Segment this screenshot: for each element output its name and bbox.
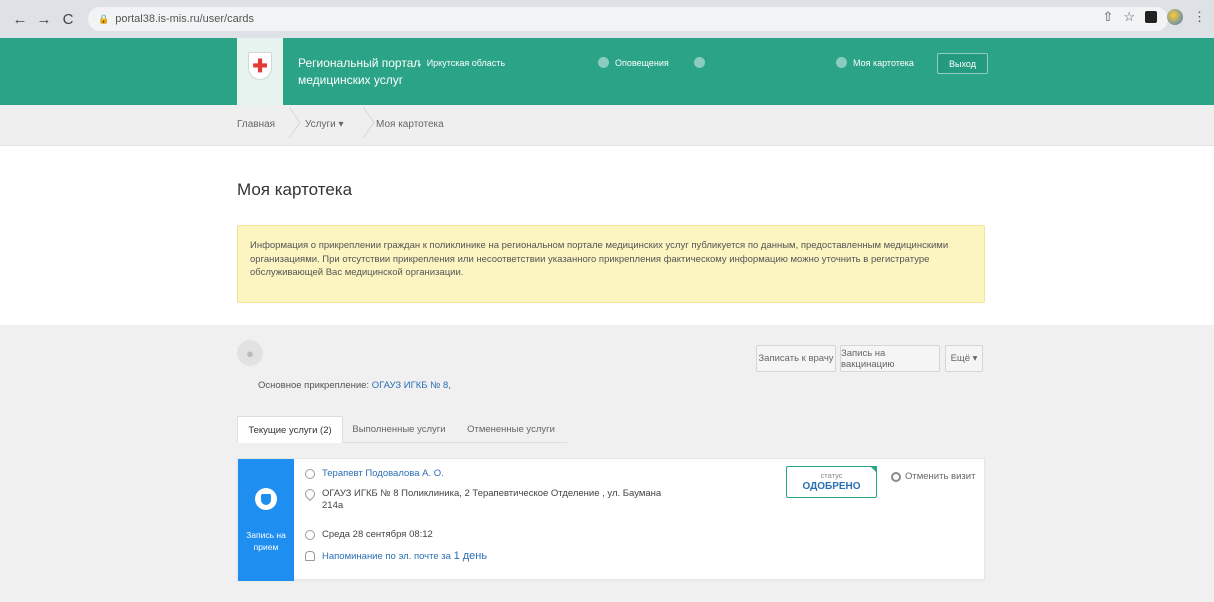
browser-toolbar: ← → C 🔒 portal38.is-mis.ru/user/cards ⇧ … <box>0 0 1214 38</box>
user-avatar-icon: ● <box>237 340 263 366</box>
address-text: ОГАУЗ ИГКБ № 8 Поликлиника, 2 Терапевтич… <box>322 488 661 512</box>
cancel-icon <box>891 471 901 482</box>
doctor-icon <box>305 469 315 479</box>
bell-icon <box>305 551 315 561</box>
page-title: Моя картотека <box>237 180 353 199</box>
cancel-visit-label: Отменить визит <box>905 471 976 482</box>
my-cards-link[interactable]: Моя картотека <box>836 57 914 68</box>
portal-title-line1: Региональный портал <box>298 56 421 70</box>
doctor-row: Терапевт Подовалова А. О. <box>305 468 444 480</box>
user-menu[interactable] <box>694 57 705 68</box>
address-line2: 214а <box>322 500 344 511</box>
reminder-row: Напоминание по эл. почте за 1 день <box>305 550 487 563</box>
back-icon[interactable]: ← <box>10 9 30 29</box>
attachment-org-link[interactable]: ОГАУЗ ИГКБ № 8, <box>372 380 451 391</box>
reminder-value: 1 день <box>453 550 488 562</box>
location-pin-icon <box>302 486 318 502</box>
chevron-down-icon: ⌄ <box>416 59 423 68</box>
datetime-row: Среда 28 сентября 08:12 <box>305 529 433 541</box>
card-icon <box>836 57 847 68</box>
portal-title-line2: медицинских услуг <box>298 73 404 87</box>
my-cards-label: Моя картотека <box>853 57 914 68</box>
status-badge: статус ОДОБРЕНО <box>786 466 877 498</box>
menu-icon[interactable]: ⋮ <box>1193 9 1206 25</box>
breadcrumb-separator <box>354 105 368 146</box>
info-notice: Информация о прикреплении граждан к поли… <box>237 225 985 303</box>
profile-avatar-icon[interactable] <box>1167 9 1183 25</box>
logout-button[interactable]: Выход <box>937 53 988 74</box>
logo[interactable]: ✚ <box>237 38 283 105</box>
reload-icon[interactable]: C <box>58 9 78 29</box>
notifications-label: Оповещения <box>615 57 669 68</box>
tab-completed-services[interactable]: Выполненные услуги <box>343 416 455 443</box>
address-row: ОГАУЗ ИГКБ № 8 Поликлиника, 2 Терапевтич… <box>302 486 661 512</box>
status-label: статус <box>820 471 843 480</box>
address-bar[interactable]: 🔒 portal38.is-mis.ru/user/cards <box>88 7 1168 31</box>
site-header: ✚ Региональный портал медицинских услуг … <box>0 38 1214 105</box>
star-icon[interactable]: ☆ <box>1123 9 1135 25</box>
red-cross-icon: ✚ <box>248 52 272 80</box>
reminder-text: Напоминание по эл. почте за <box>322 551 451 562</box>
user-icon <box>694 57 705 68</box>
attachment-label: Основное прикрепление: <box>258 380 370 391</box>
status-value: ОДОБРЕНО <box>802 481 861 492</box>
appointment-type-label: Запись на прием <box>246 530 286 552</box>
portal-title[interactable]: Региональный портал медицинских услуг <box>298 55 420 89</box>
region-selector[interactable]: ⌄ Иркутская область <box>416 58 505 68</box>
breadcrumb-current: Моя картотека <box>376 119 444 130</box>
breadcrumb: Главная Услуги ▾ Моя картотека <box>0 105 1214 146</box>
attachment-info: Основное прикрепление: ОГАУЗ ИГКБ № 8, <box>258 380 451 391</box>
clock-icon <box>305 530 315 540</box>
breadcrumb-services[interactable]: Услуги ▾ <box>305 119 344 130</box>
reminder-link[interactable]: Напоминание по эл. почте за 1 день <box>322 550 487 563</box>
shield-icon <box>255 488 277 510</box>
book-doctor-button[interactable]: Записать к врачу <box>756 345 836 372</box>
book-vaccination-button[interactable]: Запись на вакцинацию <box>840 345 940 372</box>
tab-current-services[interactable]: Текущие услуги (2) <box>237 416 343 443</box>
breadcrumb-separator <box>280 105 294 146</box>
appointment-datetime: Среда 28 сентября 08:12 <box>322 529 433 540</box>
tab-cancelled-services[interactable]: Отмененные услуги <box>455 416 567 443</box>
extension-icon[interactable] <box>1145 11 1157 23</box>
status-corner-marker <box>870 466 877 473</box>
appointment-card[interactable]: Запись на прием Терапевт Подовалова А. О… <box>237 458 985 581</box>
notifications-link[interactable]: Оповещения <box>598 57 669 68</box>
address-line1: ОГАУЗ ИГКБ № 8 Поликлиника, 2 Терапевтич… <box>322 488 662 499</box>
address-url: portal38.is-mis.ru/user/cards <box>115 13 254 25</box>
lock-icon: 🔒 <box>98 13 110 24</box>
more-dropdown-button[interactable]: Ещё ▾ <box>945 345 983 372</box>
bell-icon <box>598 57 609 68</box>
forward-icon[interactable]: → <box>34 9 54 29</box>
cancel-visit-button[interactable]: Отменить визит <box>891 471 975 482</box>
breadcrumb-home[interactable]: Главная <box>237 119 275 130</box>
appointment-type-panel: Запись на прием <box>238 459 294 581</box>
share-icon[interactable]: ⇧ <box>1102 9 1113 25</box>
doctor-link[interactable]: Терапевт Подовалова А. О. <box>322 468 444 480</box>
region-label: Иркутская область <box>426 58 506 68</box>
